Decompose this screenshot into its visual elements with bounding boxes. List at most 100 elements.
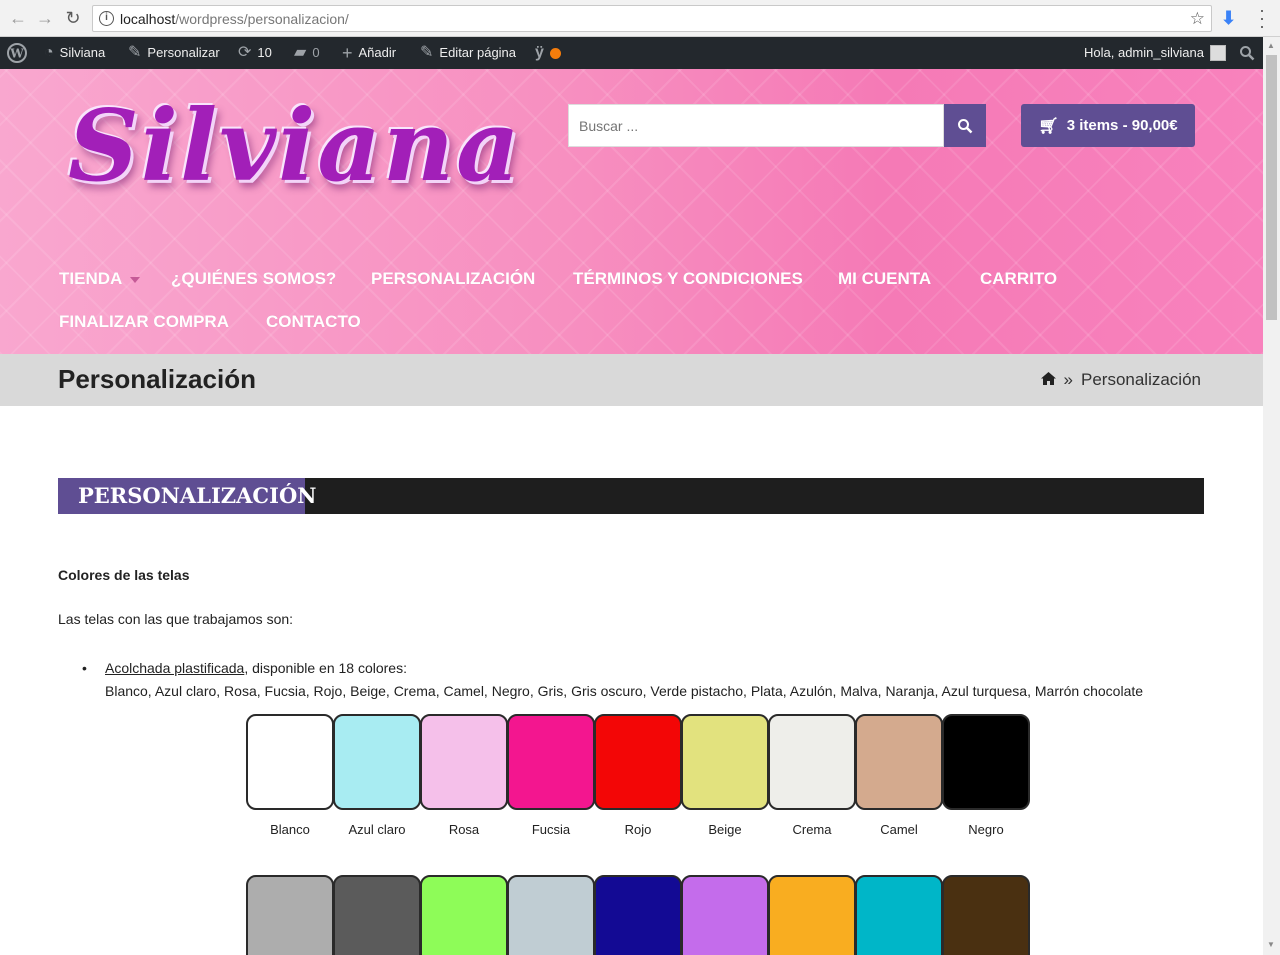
brush-icon: ✎ (128, 44, 142, 61)
admin-updates-link[interactable]: ⟳ 10 (238, 37, 272, 69)
site-header: Silviana 🛒︎ 3 items - 90,00€ TIENDA ¿QUI… (0, 69, 1263, 354)
edit-label: Editar página (439, 45, 517, 60)
cart-label: 3 items - 90,00€ (1066, 117, 1178, 134)
color-swatch (942, 875, 1030, 955)
swatch-label: Rosa (448, 822, 480, 837)
list-item: Acolchada plastificada, disponible en 18… (105, 660, 407, 676)
back-icon[interactable]: ← (8, 8, 28, 28)
nav-item-contacto[interactable]: CONTACTO (266, 312, 361, 332)
color-swatch (594, 875, 682, 955)
swatch-label: Blanco (270, 822, 310, 837)
color-swatch (855, 875, 943, 955)
color-swatch (420, 875, 508, 955)
admin-seo-link[interactable]: ÿ (535, 37, 561, 69)
search-button[interactable] (944, 104, 986, 147)
add-label: Añadir (358, 45, 397, 60)
scrollbar[interactable]: ▲ ▼ (1263, 37, 1280, 955)
admin-edit-page[interactable]: ✎ Editar página (420, 37, 516, 69)
color-swatch (681, 875, 769, 955)
nav-item-personalizacion[interactable]: PERSONALIZACIÓN (371, 269, 535, 289)
breadcrumb-separator: » (1063, 370, 1073, 389)
swatch-label: Negro (968, 822, 1004, 837)
page-title: Personalización (58, 364, 256, 394)
swatch-label: Fucsia (531, 822, 571, 837)
comment-icon: ▰ (294, 44, 307, 61)
greeting-label: Hola, admin_silviana (1084, 45, 1204, 60)
color-swatch (333, 714, 421, 810)
color-swatch (420, 714, 508, 810)
nav-item-tienda[interactable]: TIENDA (59, 269, 141, 289)
content-heading: Colores de las telas (58, 567, 190, 583)
admin-account[interactable]: Hola, admin_silviana (1084, 37, 1226, 69)
search-input[interactable] (568, 104, 944, 147)
color-swatch (681, 714, 769, 810)
browser-toolbar: ← → ↻ i localhost/wordpress/personalizac… (0, 0, 1280, 37)
site-name: Silviana (59, 45, 106, 60)
scroll-thumb[interactable] (1266, 55, 1277, 320)
admin-search-icon[interactable] (1239, 37, 1255, 69)
pencil-icon: ✎ (420, 44, 434, 61)
search-icon (958, 119, 973, 134)
customize-label: Personalizar (147, 45, 220, 60)
address-bar[interactable]: i localhost/wordpress/personalizacion/ ☆ (92, 5, 1212, 32)
color-swatch (507, 875, 595, 955)
admin-comments-link[interactable]: ▰ 0 (294, 37, 320, 69)
svg-text:W: W (9, 47, 24, 61)
seo-status-dot (549, 47, 561, 59)
plus-icon: + (342, 43, 353, 63)
section-header: PERSONALIZACIÓN (58, 478, 1204, 514)
breadcrumb-current: Personalización (1080, 370, 1201, 389)
admin-site-link[interactable]: ◔ Silviana (44, 37, 105, 69)
url-text[interactable]: localhost/wordpress/personalizacion/ (120, 11, 349, 27)
swatch-label: Camel (880, 822, 918, 837)
site-logo[interactable]: Silviana (68, 89, 522, 204)
bookmark-star-icon[interactable]: ☆ (1190, 9, 1205, 29)
reload-icon[interactable]: ↻ (63, 8, 83, 28)
color-swatch (507, 714, 595, 810)
forward-icon[interactable]: → (35, 8, 55, 28)
color-swatch (246, 875, 334, 955)
chevron-down-icon (130, 276, 141, 283)
fabric-link[interactable]: Acolchada plastificada (105, 660, 244, 676)
color-swatch (942, 714, 1030, 810)
color-swatch (246, 714, 334, 810)
info-icon[interactable]: i (99, 11, 114, 26)
color-swatch (768, 875, 856, 955)
color-swatch (855, 714, 943, 810)
admin-customize-link[interactable]: ✎ Personalizar (128, 37, 220, 69)
swatch-label: Rojo (624, 822, 652, 837)
comments-count: 0 (312, 45, 320, 60)
avatar (1209, 45, 1226, 61)
updates-icon: ⟳ (238, 44, 252, 61)
home-icon[interactable] (1040, 371, 1056, 389)
page-title-bar: Personalización » Personalización (0, 354, 1263, 406)
download-icon[interactable]: ⬇ (1221, 8, 1236, 29)
nav-item-carrito[interactable]: CARRITO (980, 269, 1057, 289)
cart-icon: 🛒︎ (1038, 117, 1059, 135)
bullet-icon: • (82, 660, 87, 676)
color-list: Blanco, Azul claro, Rosa, Fucsia, Rojo, … (105, 683, 1144, 699)
section-title: PERSONALIZACIÓN (58, 478, 316, 514)
browser-menu-icon[interactable]: · · · (1256, 1, 1268, 35)
scroll-down-icon[interactable]: ▼ (1267, 940, 1275, 949)
scroll-up-icon[interactable]: ▲ (1267, 41, 1275, 50)
color-swatch (333, 875, 421, 955)
swatch-label: Beige (708, 822, 742, 837)
nav-item-quienes-somos[interactable]: ¿QUIÉNES SOMOS? (171, 269, 336, 289)
admin-add-new[interactable]: + Añadir (342, 37, 396, 69)
fabric-desc: , disponible en 18 colores: (244, 660, 407, 676)
search-form (568, 104, 986, 147)
breadcrumb: » Personalización (1040, 370, 1201, 390)
content-intro: Las telas con las que trabajamos son: (58, 611, 294, 627)
yoast-icon: ÿ (535, 44, 544, 61)
nav-item-finalizar-compra[interactable]: FINALIZAR COMPRA (59, 312, 229, 332)
cart-button[interactable]: 🛒︎ 3 items - 90,00€ (1021, 104, 1195, 147)
nav-item-mi-cuenta[interactable]: MI CUENTA (838, 269, 931, 289)
color-swatch (594, 714, 682, 810)
swatch-label: Crema (792, 822, 832, 837)
wordpress-logo-icon[interactable]: W (7, 37, 27, 69)
wp-admin-bar: W ◔ Silviana ✎ Personalizar ⟳ 10 ▰ 0 + A… (0, 37, 1280, 69)
swatch-label: Azul claro (348, 822, 406, 837)
updates-count: 10 (257, 45, 272, 60)
nav-item-terminos[interactable]: TÉRMINOS Y CONDICIONES (573, 269, 803, 289)
